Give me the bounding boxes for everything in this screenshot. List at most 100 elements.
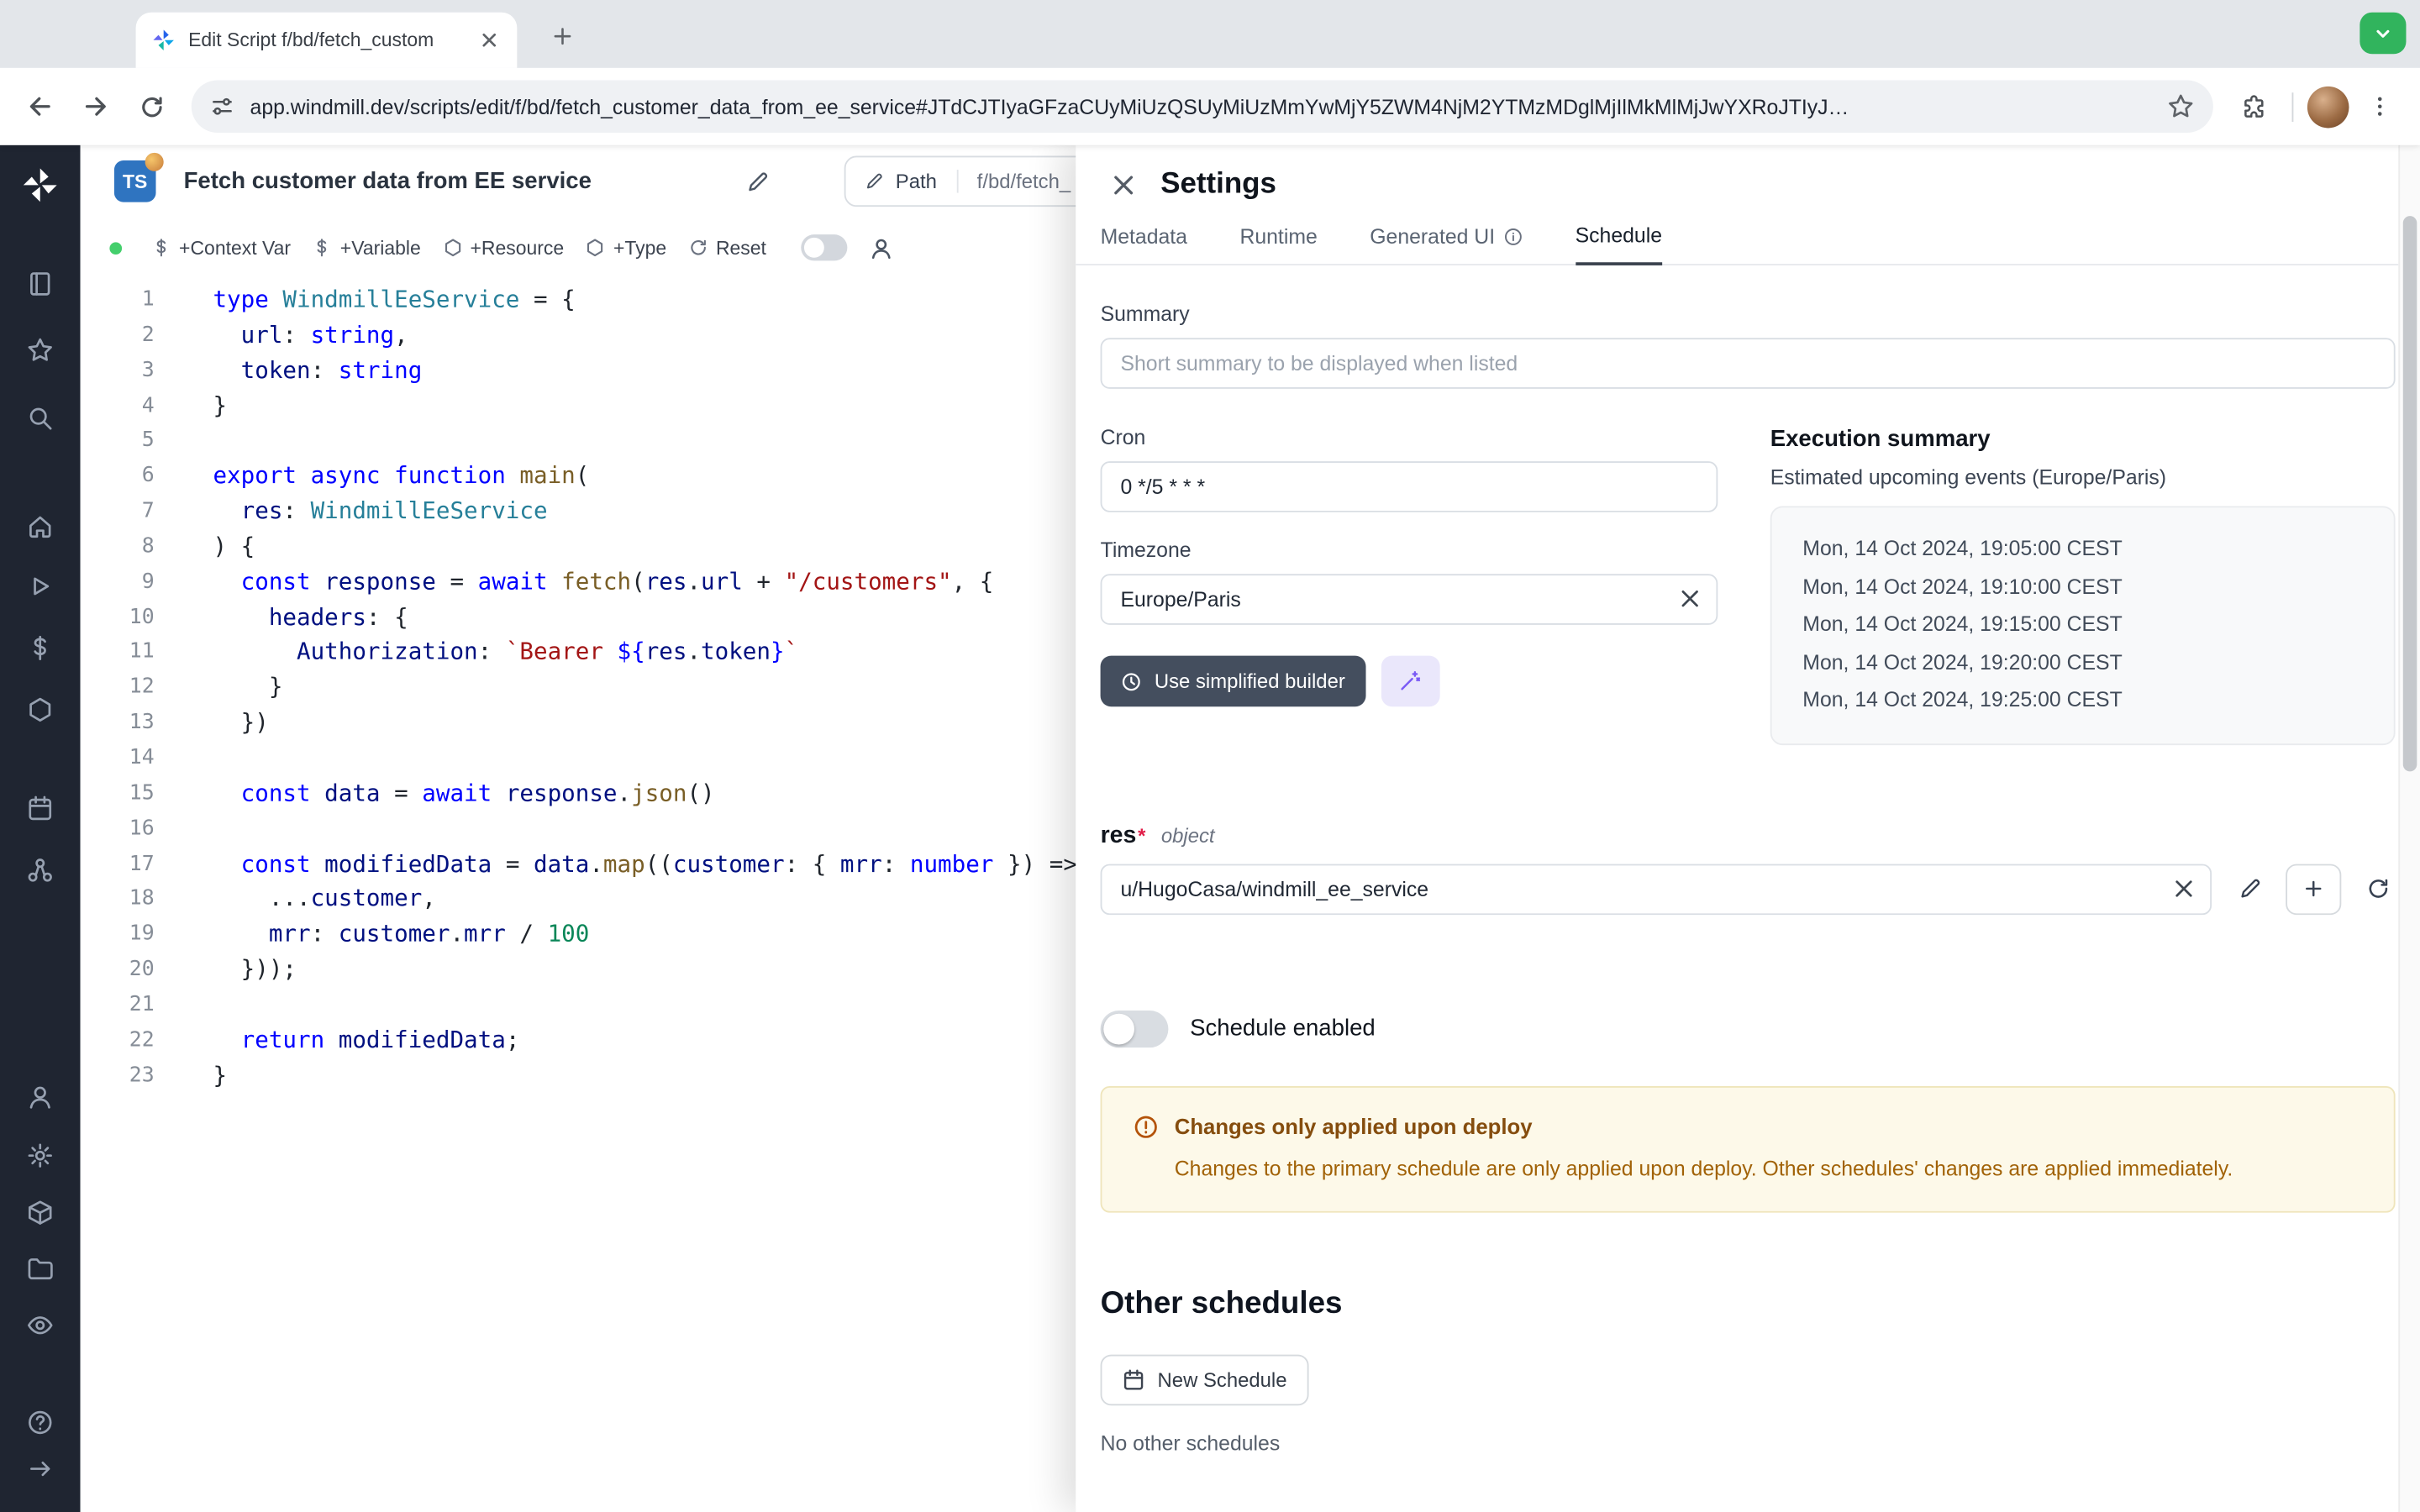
add-resource-button[interactable]: +Resource (442, 237, 564, 259)
drawer-scrollbar[interactable] (2398, 145, 2420, 1512)
favorites-star-icon[interactable] (26, 336, 54, 364)
cron-input[interactable] (1101, 461, 1718, 512)
schedule-enabled-toggle[interactable] (1101, 1010, 1169, 1047)
screen: Edit Script f/bd/fetch_custom (0, 0, 2420, 1512)
bookmark-star-icon[interactable] (2167, 92, 2195, 120)
chevron-down-icon (2372, 23, 2394, 45)
schedule-panel: Summary Cron Timezone (1076, 265, 2420, 1456)
language-badge-label: TS (123, 171, 147, 192)
refresh-resource-icon[interactable] (2361, 872, 2395, 906)
resource-name: res (1101, 822, 1137, 849)
event-row: Mon, 14 Oct 2024, 19:25:00 CEST (1802, 682, 2363, 720)
add-type-button[interactable]: +Type (586, 237, 666, 259)
windmill-logo[interactable] (20, 165, 60, 206)
search-icon[interactable] (26, 404, 54, 432)
notebook-icon[interactable] (26, 270, 54, 297)
clear-timezone-icon[interactable] (1678, 586, 1702, 611)
resources-icon[interactable] (26, 696, 54, 723)
variables-icon[interactable] (26, 634, 54, 662)
edit-path-pencil-icon (865, 171, 885, 192)
add-resource-plus-button[interactable] (2286, 864, 2341, 915)
user-icon[interactable] (26, 1083, 54, 1110)
summary-input[interactable] (1101, 338, 2396, 389)
settings-gear-icon[interactable] (26, 1142, 54, 1169)
summary-label: Summary (1101, 302, 2396, 326)
upcoming-events-box: Mon, 14 Oct 2024, 19:05:00 CEST Mon, 14 … (1770, 506, 2396, 744)
timezone-input[interactable] (1101, 574, 1718, 625)
tab-runtime[interactable]: Runtime (1239, 223, 1317, 264)
scrollbar-thumb[interactable] (2403, 216, 2417, 771)
tab-generated-ui[interactable]: Generated UI (1370, 223, 1523, 264)
event-row: Mon, 14 Oct 2024, 19:10:00 CEST (1802, 569, 2363, 606)
extensions-icon[interactable] (2228, 81, 2278, 131)
line-number: 21 (81, 987, 155, 1022)
audit-logs-icon[interactable] (26, 1311, 54, 1339)
back-button[interactable] (15, 81, 65, 131)
hexagon-icon (586, 238, 606, 258)
drawer-header: Settings (1076, 145, 2420, 219)
reset-icon (688, 238, 708, 258)
new-schedule-button[interactable]: New Schedule (1101, 1355, 1309, 1406)
edit-title-pencil-icon[interactable] (746, 169, 771, 193)
ai-wand-button[interactable] (1381, 656, 1439, 707)
status-dot (109, 241, 122, 254)
workers-icon[interactable] (26, 1199, 54, 1226)
settings-drawer: Settings Metadata Runtime Generated UI S… (1076, 145, 2420, 1512)
close-icon[interactable] (1110, 171, 1138, 199)
use-simplified-builder-button[interactable]: Use simplified builder (1101, 656, 1365, 707)
line-number: 7 (81, 494, 155, 529)
emoji-sticker (145, 153, 164, 171)
magic-wand-icon (1398, 669, 1422, 693)
site-info-icon[interactable] (210, 94, 234, 118)
cron-label: Cron (1101, 426, 1718, 449)
reset-button[interactable]: Reset (688, 237, 766, 259)
schedule-enabled-label: Schedule enabled (1190, 1016, 1376, 1042)
collapse-sidebar-icon[interactable] (26, 1455, 54, 1483)
folders-icon[interactable] (26, 1254, 54, 1282)
path-value: f/bd/fetch_ (957, 170, 1071, 193)
help-icon[interactable] (26, 1409, 54, 1436)
hexagon-icon (442, 238, 462, 258)
url-bar[interactable]: app.windmill.dev/scripts/edit/f/bd/fetch… (192, 81, 2213, 133)
window-dropdown-button[interactable] (2360, 13, 2406, 55)
line-number: 19 (81, 916, 155, 952)
browser-chrome: Edit Script f/bd/fetch_custom (0, 0, 2420, 145)
line-number: 9 (81, 564, 155, 600)
edit-resource-pencil-icon[interactable] (2233, 872, 2267, 906)
line-number: 3 (81, 353, 155, 388)
alert-circle-icon (1133, 1113, 1159, 1139)
line-number: 20 (81, 952, 155, 987)
forward-button[interactable] (71, 81, 120, 131)
resource-input[interactable] (1101, 864, 2212, 915)
event-row: Mon, 14 Oct 2024, 19:15:00 CEST (1802, 606, 2363, 644)
required-asterisk: * (1138, 823, 1145, 847)
warning-body: Changes to the primary schedule are only… (1175, 1152, 2324, 1185)
tab-metadata[interactable]: Metadata (1101, 223, 1187, 264)
profile-avatar[interactable] (2307, 86, 2349, 128)
clear-resource-icon[interactable] (2171, 875, 2196, 900)
schedules-icon[interactable] (26, 795, 54, 822)
browser-tab[interactable]: Edit Script f/bd/fetch_custom (136, 13, 518, 68)
calendar-icon (1122, 1369, 1145, 1393)
triggers-icon[interactable] (26, 856, 54, 884)
line-number: 4 (81, 388, 155, 423)
line-number: 14 (81, 741, 155, 776)
dollar-icon (313, 238, 333, 258)
reload-button[interactable] (127, 81, 176, 131)
timezone-label: Timezone (1101, 538, 1718, 562)
line-number: 5 (81, 423, 155, 459)
resource-field-header: res* object (1101, 822, 2396, 849)
new-tab-button[interactable] (544, 17, 581, 54)
editor-toggle[interactable] (800, 234, 846, 260)
add-variable-button[interactable]: +Variable (313, 237, 421, 259)
browser-menu-icon[interactable] (2355, 81, 2405, 131)
home-icon[interactable] (26, 512, 54, 540)
info-icon (1502, 226, 1523, 246)
runs-icon[interactable] (26, 572, 54, 600)
toolbar-separator (2292, 92, 2294, 121)
line-number: 18 (81, 881, 155, 916)
tab-close-icon[interactable] (477, 28, 502, 52)
url-text: app.windmill.dev/scripts/edit/f/bd/fetch… (250, 95, 2152, 118)
add-context-var-button[interactable]: +Context Var (151, 237, 291, 259)
tab-schedule[interactable]: Schedule (1576, 223, 1662, 265)
